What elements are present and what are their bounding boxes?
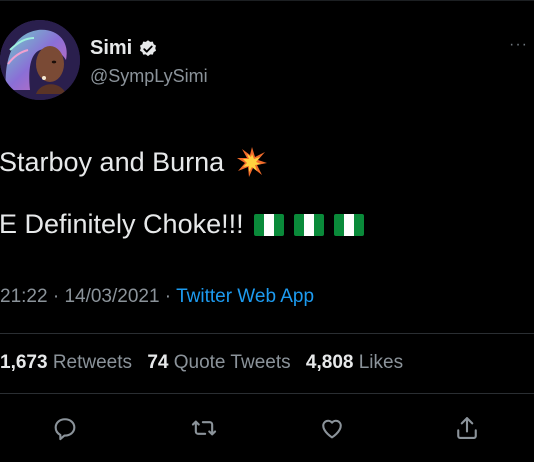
share-icon (457, 417, 477, 439)
nigeria-flag-icon (333, 213, 364, 236)
retweet-icon (191, 420, 217, 436)
tweet-meta: 21:22 · 14/03/2021 · Twitter Web App (0, 286, 314, 308)
quote-tweets-label: Quote Tweets (173, 352, 291, 373)
likes-count: 4,808 (305, 352, 354, 373)
nigeria-flag-icon (253, 213, 284, 236)
quote-tweets-stat[interactable]: 74 Quote Tweets (147, 352, 290, 373)
tweet-source[interactable]: Twitter Web App (176, 286, 314, 307)
like-button[interactable] (314, 410, 350, 446)
author-handle[interactable]: @SympLySimi (90, 66, 208, 87)
tweet-stats: 1,673 Retweets 74 Quote Tweets 4,808 Lik… (0, 352, 413, 374)
tweet-text-line-2: E Definitely Choke!!! (0, 209, 364, 240)
quote-tweets-count: 74 (147, 352, 169, 373)
reply-button[interactable] (47, 410, 83, 446)
avatar[interactable] (0, 20, 80, 100)
tweet-text-line-1: Starboy and Burna (0, 146, 268, 178)
reply-icon (54, 418, 76, 441)
share-button[interactable] (449, 410, 485, 446)
tweet-text-1: Starboy and Burna (0, 146, 225, 177)
tweet-time[interactable]: 21:22 (0, 286, 48, 307)
heart-icon (322, 419, 342, 439)
author-name[interactable]: Simi (90, 37, 132, 60)
tweet-date[interactable]: 14/03/2021 (64, 286, 159, 307)
tweet-card: Simi @SympLySimi ··· Starboy and Burna E… (0, 0, 534, 462)
tweet-actions (0, 410, 534, 450)
more-options-icon[interactable]: ··· (509, 36, 528, 54)
meta-separator: · (159, 286, 177, 307)
retweets-count: 1,673 (0, 352, 48, 373)
retweets-stat[interactable]: 1,673 Retweets (0, 352, 132, 373)
retweet-button[interactable] (186, 410, 222, 446)
nigeria-flag-icon (293, 213, 324, 236)
author-name-row[interactable]: Simi (90, 37, 158, 60)
stats-bottom-divider (0, 393, 534, 394)
retweets-label: Retweets (52, 352, 133, 373)
likes-stat[interactable]: 4,808 Likes (306, 352, 403, 373)
stats-top-divider (0, 333, 534, 334)
tweet-text-2: E Definitely Choke!!! (0, 209, 244, 239)
collision-icon (236, 146, 268, 178)
meta-separator: · (47, 286, 65, 307)
avatar-illustration (0, 20, 80, 100)
top-divider (0, 0, 534, 1)
verified-badge-icon (138, 39, 158, 59)
likes-label: Likes (358, 352, 404, 373)
